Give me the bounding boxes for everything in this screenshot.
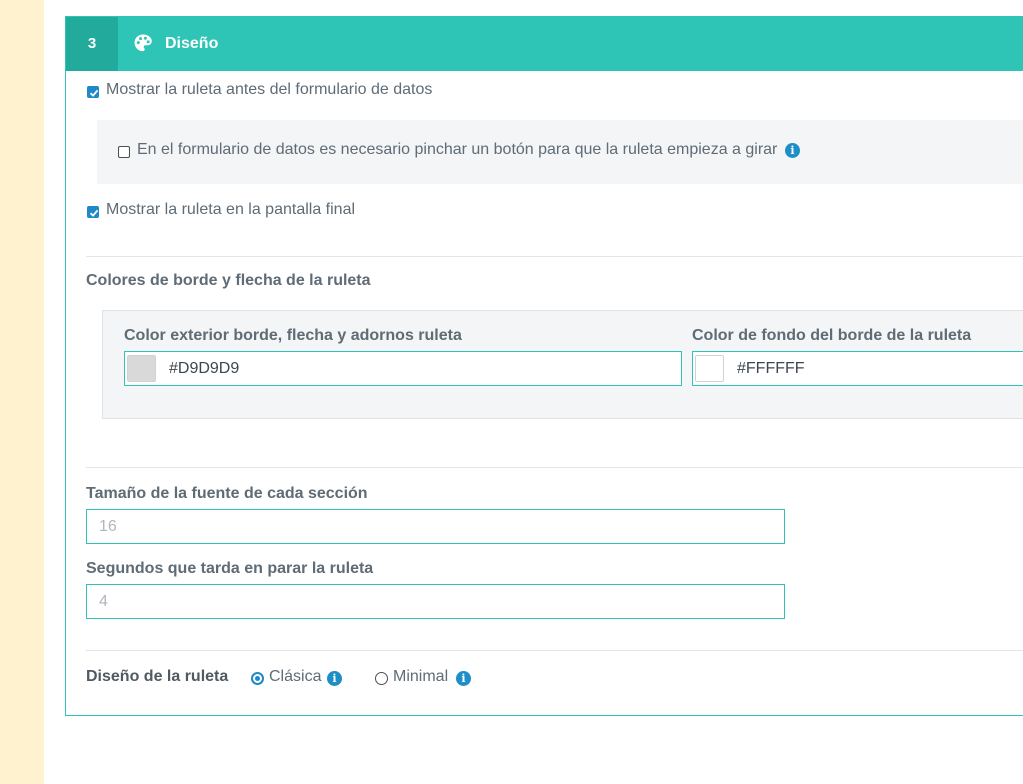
require-button-label[interactable]: En el formulario de datos es necesario p… bbox=[137, 141, 777, 159]
stop-seconds-label: Segundos que tarda en parar la ruleta bbox=[86, 560, 374, 577]
info-icon[interactable]: i bbox=[785, 143, 800, 158]
font-size-input[interactable]: 16 bbox=[86, 509, 785, 544]
stop-seconds-value: 4 bbox=[99, 593, 108, 610]
palette-icon bbox=[133, 33, 153, 53]
background-color-label: Color de fondo del borde de la ruleta bbox=[692, 327, 972, 344]
minimal-radio[interactable] bbox=[375, 672, 388, 685]
colors-group-box: Color exterior borde, flecha y adornos r… bbox=[102, 310, 1023, 419]
step-number: 3 bbox=[66, 17, 118, 71]
minimal-label[interactable]: Minimal bbox=[393, 668, 448, 686]
show-final-screen-checkbox[interactable] bbox=[87, 206, 99, 218]
background-color-input[interactable]: #FFFFFF bbox=[692, 351, 1023, 386]
background-color-value: #FFFFFF bbox=[737, 360, 805, 377]
design-section-panel: 3 Diseño Mostrar la ruleta antes del for… bbox=[65, 16, 1023, 716]
background-color-swatch[interactable] bbox=[695, 355, 724, 382]
left-page-strip bbox=[0, 0, 44, 784]
outer-color-label: Color exterior borde, flecha y adornos r… bbox=[124, 327, 462, 344]
require-button-checkbox[interactable] bbox=[118, 146, 130, 158]
divider bbox=[86, 650, 1023, 651]
colors-heading: Colores de borde y flecha de la ruleta bbox=[86, 272, 371, 289]
outer-color-value: #D9D9D9 bbox=[169, 360, 240, 377]
info-icon[interactable]: i bbox=[327, 671, 342, 686]
divider bbox=[86, 256, 1023, 257]
info-icon[interactable]: i bbox=[456, 671, 471, 686]
section-title: Diseño bbox=[165, 35, 219, 52]
section-header[interactable]: 3 Diseño bbox=[66, 17, 1023, 71]
show-final-screen-label[interactable]: Mostrar la ruleta en la pantalla final bbox=[106, 201, 355, 219]
form-button-option-box: En el formulario de datos es necesario p… bbox=[97, 120, 1023, 184]
outer-color-input[interactable]: #D9D9D9 bbox=[124, 351, 682, 386]
show-before-form-checkbox[interactable] bbox=[87, 86, 99, 98]
font-size-value: 16 bbox=[99, 518, 117, 535]
classic-label[interactable]: Clásica bbox=[269, 668, 321, 686]
design-label: Diseño de la ruleta bbox=[86, 668, 229, 685]
font-size-label: Tamaño de la fuente de cada sección bbox=[86, 485, 368, 502]
divider bbox=[86, 467, 1023, 468]
outer-color-swatch[interactable] bbox=[127, 355, 156, 382]
classic-radio[interactable] bbox=[251, 672, 264, 685]
show-before-form-label[interactable]: Mostrar la ruleta antes del formulario d… bbox=[106, 81, 432, 99]
stop-seconds-input[interactable]: 4 bbox=[86, 584, 785, 619]
